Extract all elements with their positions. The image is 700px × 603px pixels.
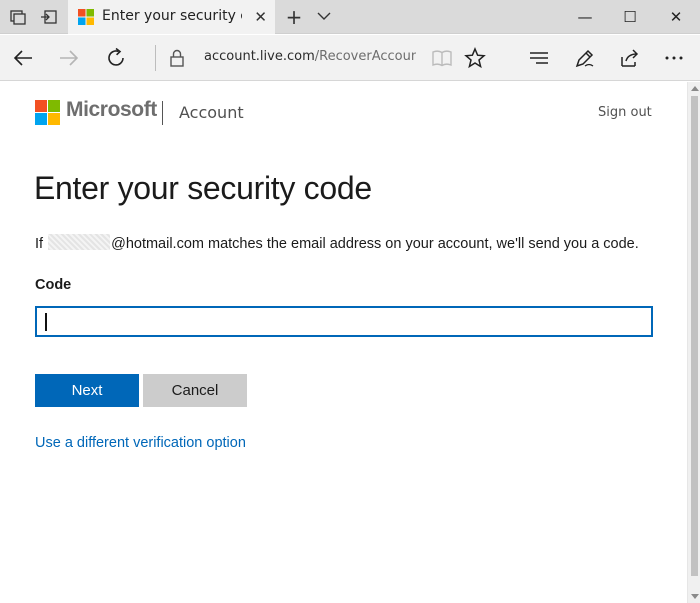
different-verification-link[interactable]: Use a different verification option bbox=[35, 435, 246, 451]
microsoft-favicon-icon bbox=[78, 9, 94, 25]
scroll-up-icon[interactable] bbox=[691, 86, 699, 91]
logo-square-blue bbox=[35, 113, 47, 125]
sign-out-link[interactable]: Sign out bbox=[598, 105, 652, 120]
refresh-icon[interactable] bbox=[104, 46, 128, 70]
code-label: Code bbox=[35, 277, 72, 293]
url-domain: account.live.com bbox=[204, 49, 315, 64]
web-note-pen-icon[interactable] bbox=[573, 46, 597, 70]
reading-view-icon[interactable] bbox=[430, 46, 454, 70]
nav-separator bbox=[155, 45, 156, 71]
microsoft-logo-icon[interactable] bbox=[35, 100, 60, 125]
maximize-button[interactable]: ☐ bbox=[607, 0, 653, 34]
message-suffix: @hotmail.com matches the email address o… bbox=[111, 236, 639, 252]
logo-square-yellow bbox=[48, 113, 60, 125]
info-message: If @hotmail.com matches the email addres… bbox=[35, 234, 645, 255]
back-icon[interactable] bbox=[11, 46, 35, 70]
forward-icon[interactable] bbox=[57, 46, 81, 70]
code-input[interactable] bbox=[35, 306, 653, 337]
share-icon[interactable] bbox=[618, 46, 642, 70]
more-icon[interactable] bbox=[662, 46, 686, 70]
close-window-button[interactable]: ✕ bbox=[653, 0, 699, 34]
text-cursor bbox=[45, 313, 47, 331]
set-aside-tabs-icon[interactable] bbox=[40, 8, 58, 26]
message-prefix: If bbox=[35, 236, 44, 252]
brand-separator bbox=[162, 101, 163, 125]
redacted-email bbox=[48, 234, 111, 250]
tab-preview-icon[interactable] bbox=[9, 8, 27, 26]
url-field[interactable]: account.live.com/RecoverAccount? bbox=[204, 49, 416, 64]
logo-square-red bbox=[35, 100, 47, 112]
tab-bar: Enter your security code ✕ + — ☐ ✕ bbox=[0, 0, 700, 34]
next-button[interactable]: Next bbox=[35, 374, 139, 407]
cancel-button[interactable]: Cancel bbox=[143, 374, 247, 407]
lock-icon[interactable] bbox=[165, 46, 189, 70]
scrollbar[interactable] bbox=[687, 82, 700, 603]
new-tab-button[interactable]: + bbox=[284, 5, 304, 29]
chevron-down-icon[interactable] bbox=[316, 7, 332, 25]
tab-title: Enter your security code bbox=[102, 8, 242, 24]
page-content: Microsoft Account Sign out Enter your se… bbox=[0, 82, 687, 603]
logo-square-green bbox=[48, 100, 60, 112]
tab-close-icon[interactable]: ✕ bbox=[254, 9, 267, 25]
scroll-down-icon[interactable] bbox=[691, 594, 699, 599]
url-path: /RecoverAccount? bbox=[314, 49, 416, 64]
hub-icon[interactable] bbox=[527, 46, 551, 70]
scroll-thumb[interactable] bbox=[691, 96, 698, 576]
minimize-button[interactable]: — bbox=[562, 0, 608, 34]
page-title: Enter your security code bbox=[34, 170, 372, 206]
brand-name[interactable]: Microsoft bbox=[66, 98, 157, 122]
address-bar: account.live.com/RecoverAccount? bbox=[0, 35, 700, 81]
tab-active[interactable]: Enter your security code ✕ bbox=[68, 0, 275, 34]
brand-subtitle: Account bbox=[179, 103, 244, 122]
favorite-star-icon[interactable] bbox=[463, 46, 487, 70]
